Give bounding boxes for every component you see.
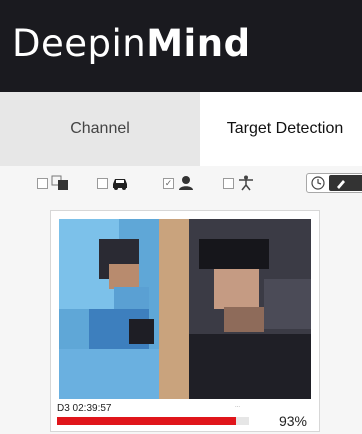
body-icon [239, 175, 253, 191]
car-icon [113, 179, 127, 190]
similarity-bar [57, 417, 249, 425]
filter-vehicle-checkbox[interactable] [97, 177, 108, 189]
tab-channel[interactable]: Channel [0, 92, 200, 166]
result-meta: D3 02:39:57 ... 93% [57, 401, 315, 431]
similarity-percent: 93% [278, 413, 307, 429]
app-header: DeepinMind [0, 0, 362, 92]
view-mode-toggle[interactable] [306, 173, 362, 193]
logo-text-light: Deepin [12, 22, 147, 65]
filter-vehicle[interactable] [97, 174, 129, 192]
app-logo: DeepinMind [12, 22, 251, 65]
filter-face-region-checkbox[interactable] [37, 177, 48, 189]
filter-toolbar: ✓ [0, 166, 362, 200]
edit-icon[interactable] [329, 175, 362, 191]
clock-icon[interactable] [311, 176, 325, 190]
filter-body-checkbox[interactable] [223, 177, 234, 189]
detection-result-card[interactable]: D3 02:39:57 ... 93% [50, 210, 320, 432]
filter-face-region[interactable] [37, 174, 69, 192]
face-region-icon [51, 175, 68, 190]
person-icon [179, 176, 193, 190]
capture-timestamp: D3 02:39:57 [57, 403, 112, 414]
similarity-bar-fill [57, 417, 236, 425]
filter-human[interactable]: ✓ [163, 174, 195, 192]
filter-human-checkbox[interactable]: ✓ [163, 177, 174, 189]
filter-body[interactable] [223, 174, 255, 192]
result-small-text: ... [235, 403, 241, 409]
tab-target-detection[interactable]: Target Detection [200, 92, 362, 166]
tab-bar: Channel Target Detection [0, 92, 362, 166]
logo-text-bold: Mind [146, 22, 251, 65]
detection-snapshot[interactable] [59, 219, 311, 399]
